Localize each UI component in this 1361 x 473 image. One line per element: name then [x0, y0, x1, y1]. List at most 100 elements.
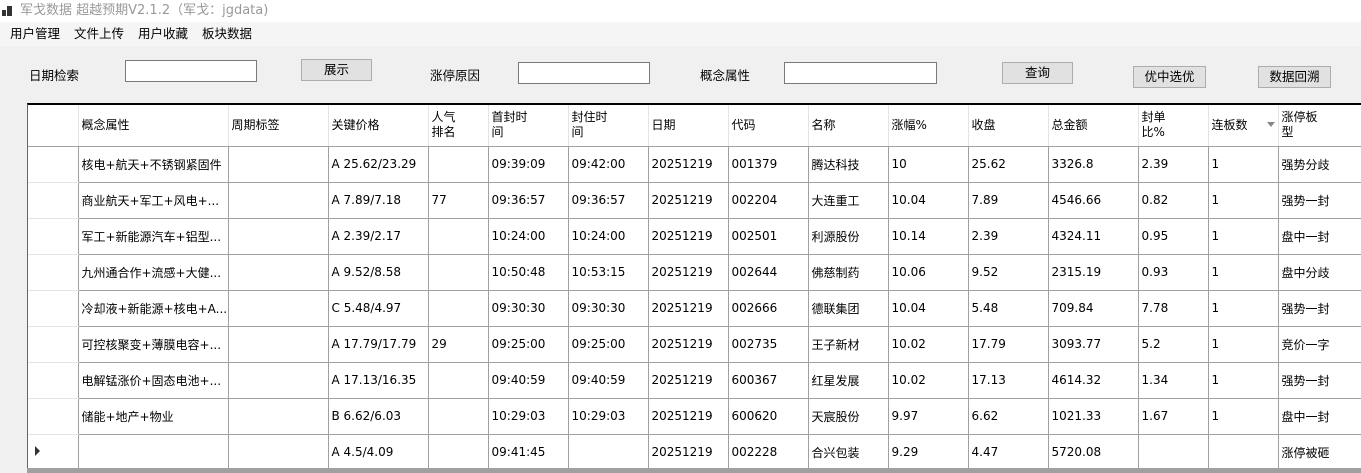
table-cell[interactable]: 20251219	[648, 182, 729, 219]
table-cell[interactable]: 1	[1208, 218, 1279, 255]
table-cell[interactable]: 09:36:57	[488, 182, 569, 219]
table-cell[interactable]: 10	[888, 146, 969, 183]
table-cell[interactable]	[428, 434, 489, 471]
table-cell[interactable]: 25.62	[968, 146, 1049, 183]
column-header[interactable]: 代码	[728, 105, 809, 147]
concept-input[interactable]	[784, 62, 937, 84]
table-cell[interactable]: 20251219	[648, 254, 729, 291]
column-header[interactable]: 概念属性	[78, 105, 229, 147]
row-header[interactable]	[28, 362, 79, 399]
table-row[interactable]: 九州通合作+流感+大健... A 9.52/8.58 10:50:48 10:53:1…	[28, 254, 1361, 291]
table-cell[interactable]: 盘中一封	[1278, 398, 1361, 435]
table-cell[interactable]: 2.39	[968, 218, 1049, 255]
table-cell[interactable]: 竞价一字	[1278, 326, 1361, 363]
table-cell[interactable]: 10:29:03	[568, 398, 649, 435]
table-cell[interactable]: 强势分歧	[1278, 146, 1361, 183]
table-row[interactable]: 商业航天+军工+风电+... A 7.89/7.18 77 09:36:57 09:36…	[28, 182, 1361, 219]
table-cell[interactable]	[228, 362, 329, 399]
table-row[interactable]: 储能+地产+物业 B 6.62/6.03 10:29:03 10:29:03 20251…	[28, 398, 1361, 435]
row-header[interactable]	[28, 434, 79, 471]
table-cell[interactable]: 09:40:59	[568, 362, 649, 399]
table-cell[interactable]: 09:40:59	[488, 362, 569, 399]
column-header[interactable]: 连板数	[1208, 105, 1279, 147]
table-cell[interactable]: 1	[1208, 326, 1279, 363]
table-cell[interactable]: 600620	[728, 398, 809, 435]
menu-file-upload[interactable]: 文件上传	[68, 22, 130, 46]
row-header[interactable]	[28, 398, 79, 435]
table-cell[interactable]: 涨停被砸	[1278, 434, 1361, 471]
table-cell[interactable]: 1	[1208, 254, 1279, 291]
table-cell[interactable]: 德联集团	[808, 290, 889, 327]
column-header[interactable]: 名称	[808, 105, 889, 147]
table-cell[interactable]: 002228	[728, 434, 809, 471]
table-cell[interactable]: 10:53:15	[568, 254, 649, 291]
table-cell[interactable]: A 9.52/8.58	[328, 254, 429, 291]
table-cell[interactable]: 09:39:09	[488, 146, 569, 183]
table-cell[interactable]: 腾达科技	[808, 146, 889, 183]
table-cell[interactable]: 利源股份	[808, 218, 889, 255]
table-cell[interactable]: 20251219	[648, 434, 729, 471]
table-cell[interactable]: C 5.48/4.97	[328, 290, 429, 327]
table-cell[interactable]: B 6.62/6.03	[328, 398, 429, 435]
table-cell[interactable]	[228, 146, 329, 183]
table-cell[interactable]: 09:25:00	[488, 326, 569, 363]
table-cell[interactable]: 002666	[728, 290, 809, 327]
table-cell[interactable]: 20251219	[648, 290, 729, 327]
table-cell[interactable]: 17.13	[968, 362, 1049, 399]
table-cell[interactable]: 王子新材	[808, 326, 889, 363]
table-cell[interactable]: 4.47	[968, 434, 1049, 471]
table-cell[interactable]: 10:24:00	[488, 218, 569, 255]
table-cell[interactable]: 强势一封	[1278, 182, 1361, 219]
table-cell[interactable]: 5.48	[968, 290, 1049, 327]
table-cell[interactable]: 0.93	[1138, 254, 1209, 291]
table-cell[interactable]: 1.67	[1138, 398, 1209, 435]
table-row[interactable]: A 4.5/4.09 09:41:45 20251219 002228 合兴包装 9.29…	[28, 434, 1361, 471]
table-cell[interactable]: 冷却液+新能源+核电+A...	[78, 290, 229, 327]
table-cell[interactable]: 7.89	[968, 182, 1049, 219]
column-header[interactable]: 关键价格	[328, 105, 429, 147]
table-cell[interactable]: 002501	[728, 218, 809, 255]
table-cell[interactable]: 20251219	[648, 362, 729, 399]
table-cell[interactable]: 77	[428, 182, 489, 219]
table-cell[interactable]	[428, 290, 489, 327]
show-button[interactable]: 展示	[301, 59, 372, 81]
data-grid[interactable]: 概念属性 周期标签 关键价格 人气排名 首封时间 封住时间 日期 代码 名称 涨幅% 收盘 总金额 封单…	[27, 103, 1361, 473]
menu-user-favorites[interactable]: 用户收藏	[132, 22, 194, 46]
table-cell[interactable]: 09:41:45	[488, 434, 569, 471]
column-header[interactable]: 总金额	[1048, 105, 1139, 147]
table-cell[interactable]	[428, 146, 489, 183]
table-cell[interactable]: 1.34	[1138, 362, 1209, 399]
query-button[interactable]: 查询	[1002, 62, 1073, 84]
table-cell[interactable]: 4324.11	[1048, 218, 1139, 255]
table-cell[interactable]: 5.2	[1138, 326, 1209, 363]
table-cell[interactable]: 强势一封	[1278, 362, 1361, 399]
table-cell[interactable]: 20251219	[648, 398, 729, 435]
table-cell[interactable]: 7.78	[1138, 290, 1209, 327]
table-cell[interactable]	[228, 254, 329, 291]
column-header[interactable]: 周期标签	[228, 105, 329, 147]
table-cell[interactable]	[568, 434, 649, 471]
table-cell[interactable]: 大连重工	[808, 182, 889, 219]
table-cell[interactable]	[428, 398, 489, 435]
row-header[interactable]	[28, 218, 79, 255]
table-cell[interactable]: 1	[1208, 290, 1279, 327]
table-cell[interactable]: 29	[428, 326, 489, 363]
table-cell[interactable]: 可控核聚变+薄膜电容+...	[78, 326, 229, 363]
table-cell[interactable]	[228, 398, 329, 435]
table-cell[interactable]: 天宸股份	[808, 398, 889, 435]
table-cell[interactable]: 09:25:00	[568, 326, 649, 363]
table-cell[interactable]: 10.04	[888, 290, 969, 327]
table-cell[interactable]: 5720.08	[1048, 434, 1139, 471]
table-cell[interactable]	[228, 326, 329, 363]
row-header[interactable]	[28, 290, 79, 327]
column-header[interactable]: 涨停板型	[1278, 105, 1361, 147]
table-cell[interactable]: 10.14	[888, 218, 969, 255]
row-header[interactable]	[28, 326, 79, 363]
table-cell[interactable]: 001379	[728, 146, 809, 183]
table-cell[interactable]: 10:29:03	[488, 398, 569, 435]
table-cell[interactable]: 1	[1208, 182, 1279, 219]
table-cell[interactable]	[1208, 434, 1279, 471]
best-pick-button[interactable]: 优中选优	[1133, 66, 1206, 88]
table-cell[interactable]	[428, 254, 489, 291]
table-cell[interactable]: 9.29	[888, 434, 969, 471]
